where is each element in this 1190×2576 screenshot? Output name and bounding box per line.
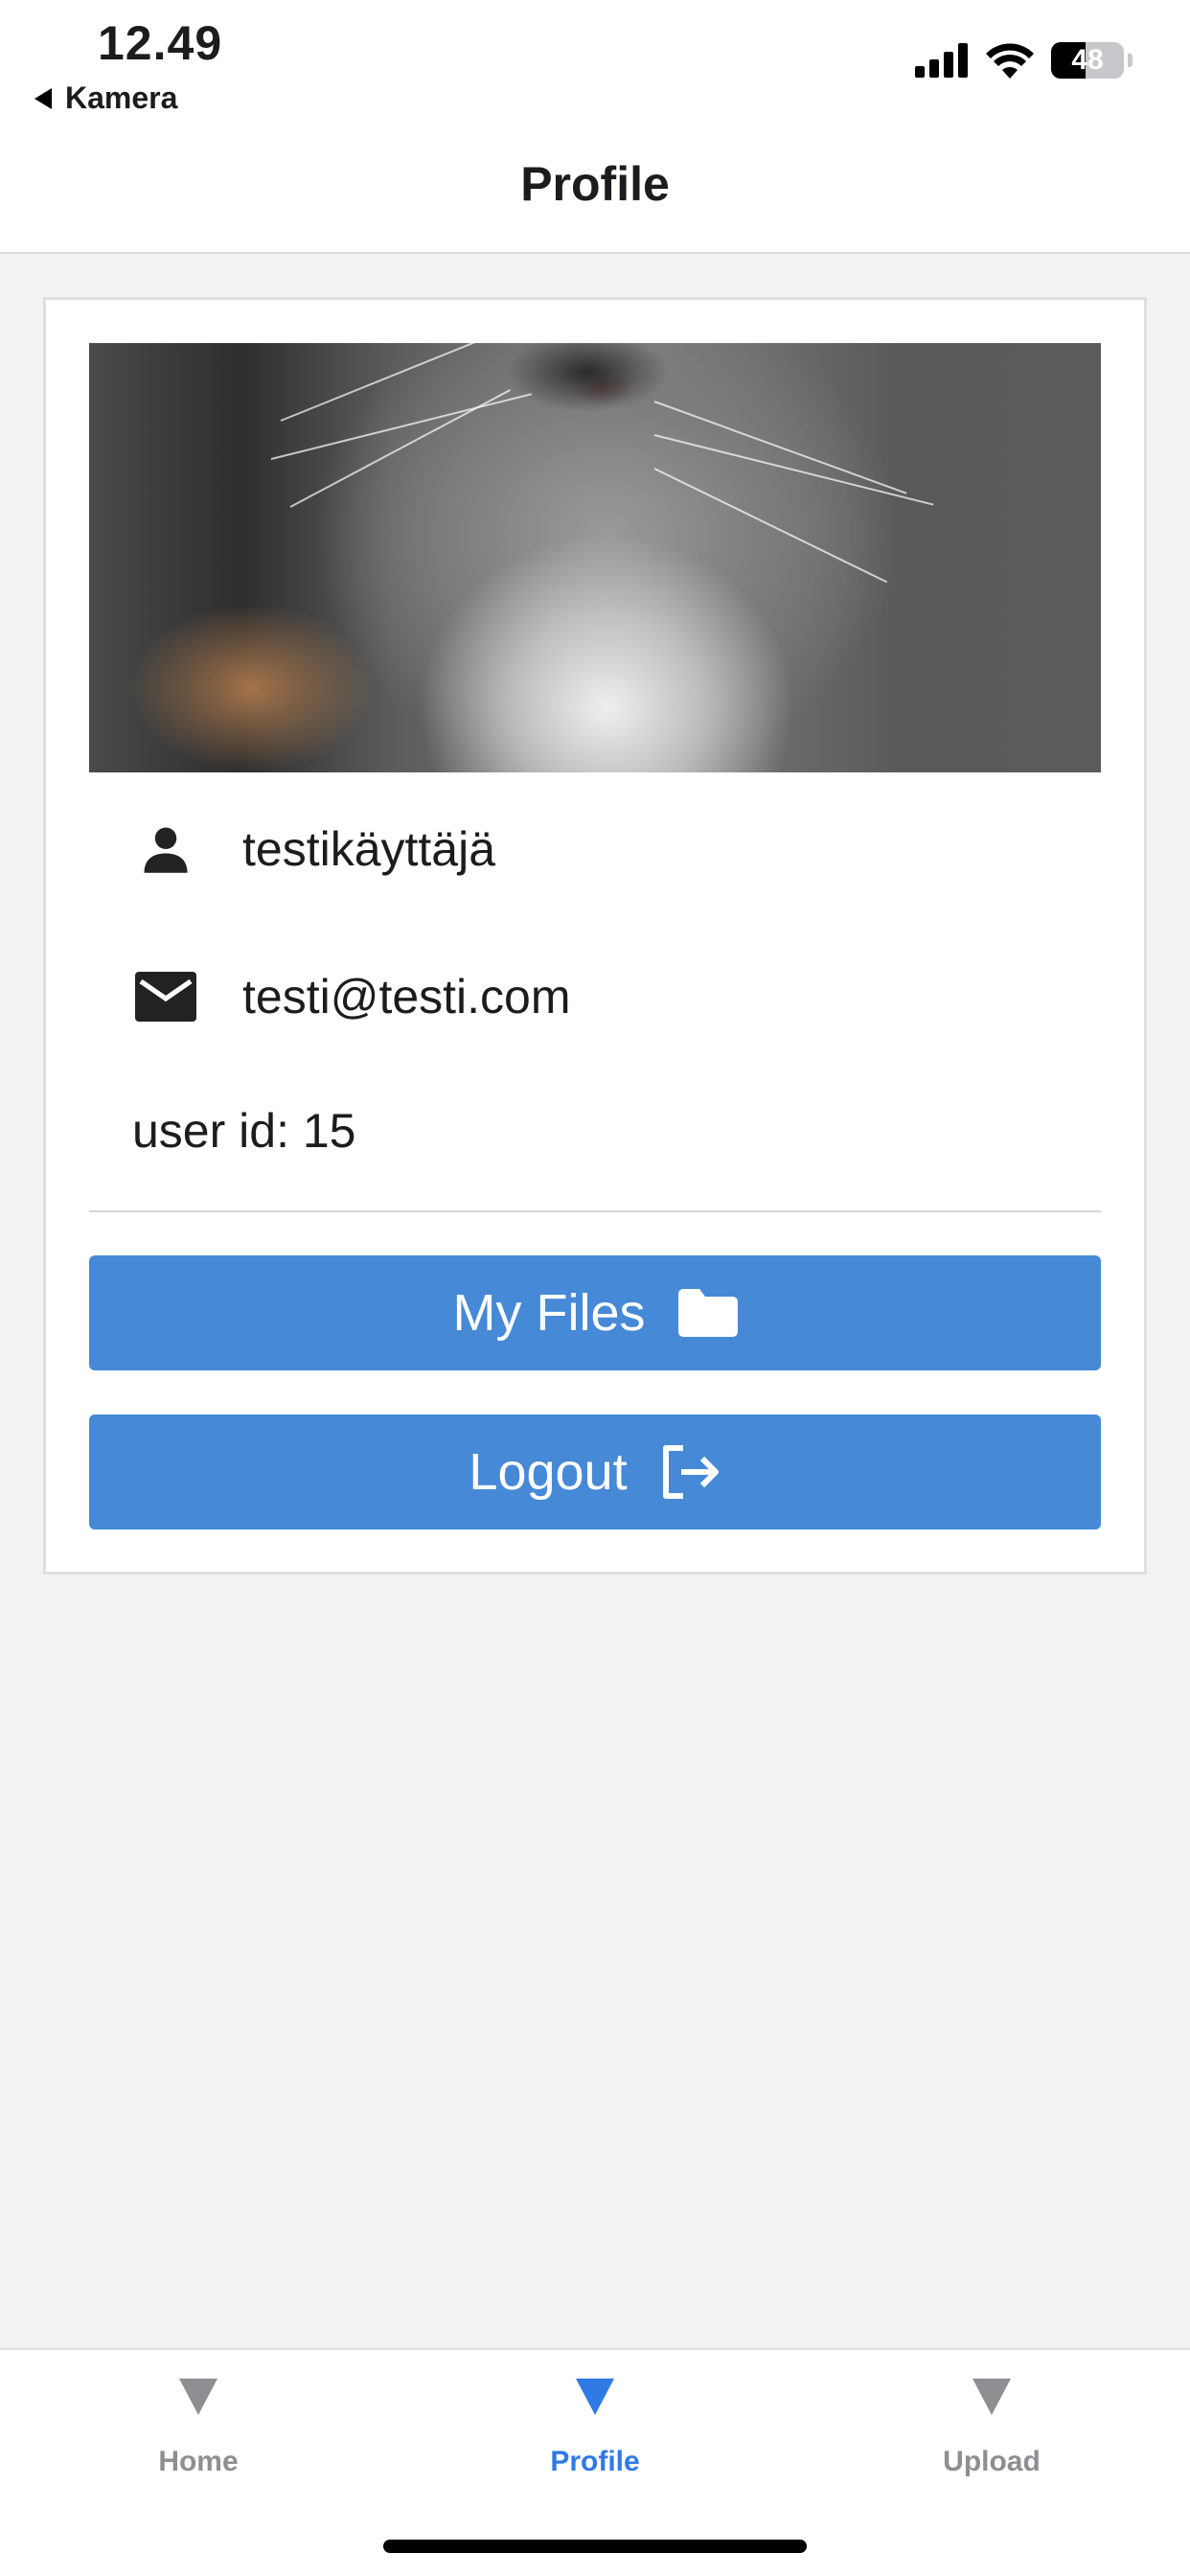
my-files-button[interactable]: My Files bbox=[89, 1255, 1101, 1370]
status-icons: 48 bbox=[915, 42, 1133, 79]
divider bbox=[89, 1210, 1101, 1212]
email-text: testi@testi.com bbox=[242, 970, 571, 1024]
user-id-text: user id: 15 bbox=[132, 1104, 356, 1158]
status-bar: 12.49 Kamera 48 bbox=[0, 0, 1190, 134]
back-to-app-link[interactable]: Kamera bbox=[34, 80, 177, 116]
logout-icon bbox=[662, 1445, 719, 1499]
battery-cap bbox=[1128, 54, 1133, 67]
person-icon bbox=[144, 827, 188, 873]
logout-label: Logout bbox=[469, 1443, 628, 1501]
tab-profile[interactable]: Profile bbox=[397, 2350, 793, 2542]
username-row: testikäyttäjä bbox=[89, 777, 1101, 921]
profile-card: testikäyttäjä testi@testi.com user id: 1… bbox=[43, 297, 1147, 1575]
page-title: Profile bbox=[520, 156, 670, 211]
battery-percent: 48 bbox=[1071, 44, 1104, 76]
tab-home-label: Home bbox=[158, 2446, 239, 2477]
wifi-icon bbox=[986, 43, 1034, 79]
home-indicator bbox=[383, 2540, 807, 2553]
email-row: testi@testi.com bbox=[89, 925, 1101, 1069]
tab-home[interactable]: Home bbox=[0, 2350, 397, 2542]
status-time: 12.49 bbox=[98, 16, 223, 70]
my-files-label: My Files bbox=[452, 1284, 646, 1342]
folder-icon bbox=[677, 1289, 738, 1337]
triangle-down-icon bbox=[576, 2379, 614, 2415]
tab-upload[interactable]: Upload bbox=[793, 2350, 1190, 2542]
tab-profile-label: Profile bbox=[550, 2446, 640, 2477]
battery-icon: 48 bbox=[1051, 42, 1124, 79]
tab-upload-label: Upload bbox=[943, 2446, 1041, 2477]
back-arrow-icon bbox=[34, 87, 52, 109]
username-text: testikäyttäjä bbox=[242, 822, 496, 876]
profile-image bbox=[89, 343, 1101, 772]
navigation-header: Profile bbox=[0, 134, 1190, 254]
cellular-signal-icon bbox=[915, 43, 968, 78]
triangle-down-icon bbox=[179, 2379, 217, 2415]
envelope-icon bbox=[135, 972, 196, 1022]
triangle-down-icon bbox=[973, 2379, 1011, 2415]
logout-button[interactable]: Logout bbox=[89, 1414, 1101, 1530]
back-app-label: Kamera bbox=[65, 80, 178, 115]
